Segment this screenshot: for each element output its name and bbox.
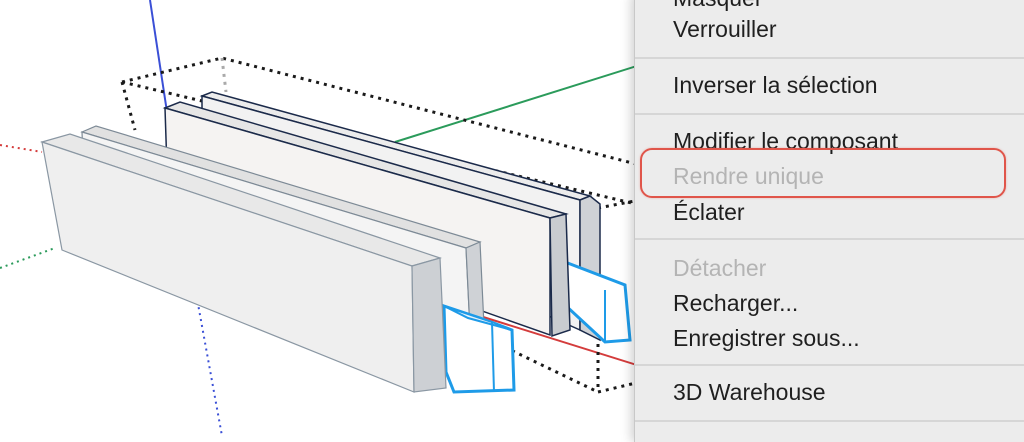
menu-separator [635, 364, 1024, 366]
menu-item-eclater[interactable]: Éclater [673, 198, 745, 226]
menu-separator [635, 57, 1024, 59]
menu-separator [635, 420, 1024, 422]
green-axis [394, 64, 641, 143]
menu-separator [635, 238, 1024, 240]
menu-separator [635, 113, 1024, 115]
menu-item-masquer[interactable]: Masquer [673, 0, 762, 12]
highlight-annotation [640, 148, 1006, 198]
menu-item-inverser-selection[interactable]: Inverser la sélection [673, 71, 878, 99]
green-axis-dotted [0, 247, 56, 269]
menu-item-3d-warehouse[interactable]: 3D Warehouse [673, 378, 826, 406]
menu-item-enregistrer-sous[interactable]: Enregistrer sous... [673, 324, 860, 352]
menu-item-recharger[interactable]: Recharger... [673, 289, 798, 317]
menu-item-verrouiller[interactable]: Verrouiller [673, 15, 777, 43]
menu-item-detacher: Détacher [673, 255, 767, 281]
context-menu: Masquer Verrouiller Inverser la sélectio… [634, 0, 1024, 442]
red-axis-dotted [0, 144, 43, 153]
